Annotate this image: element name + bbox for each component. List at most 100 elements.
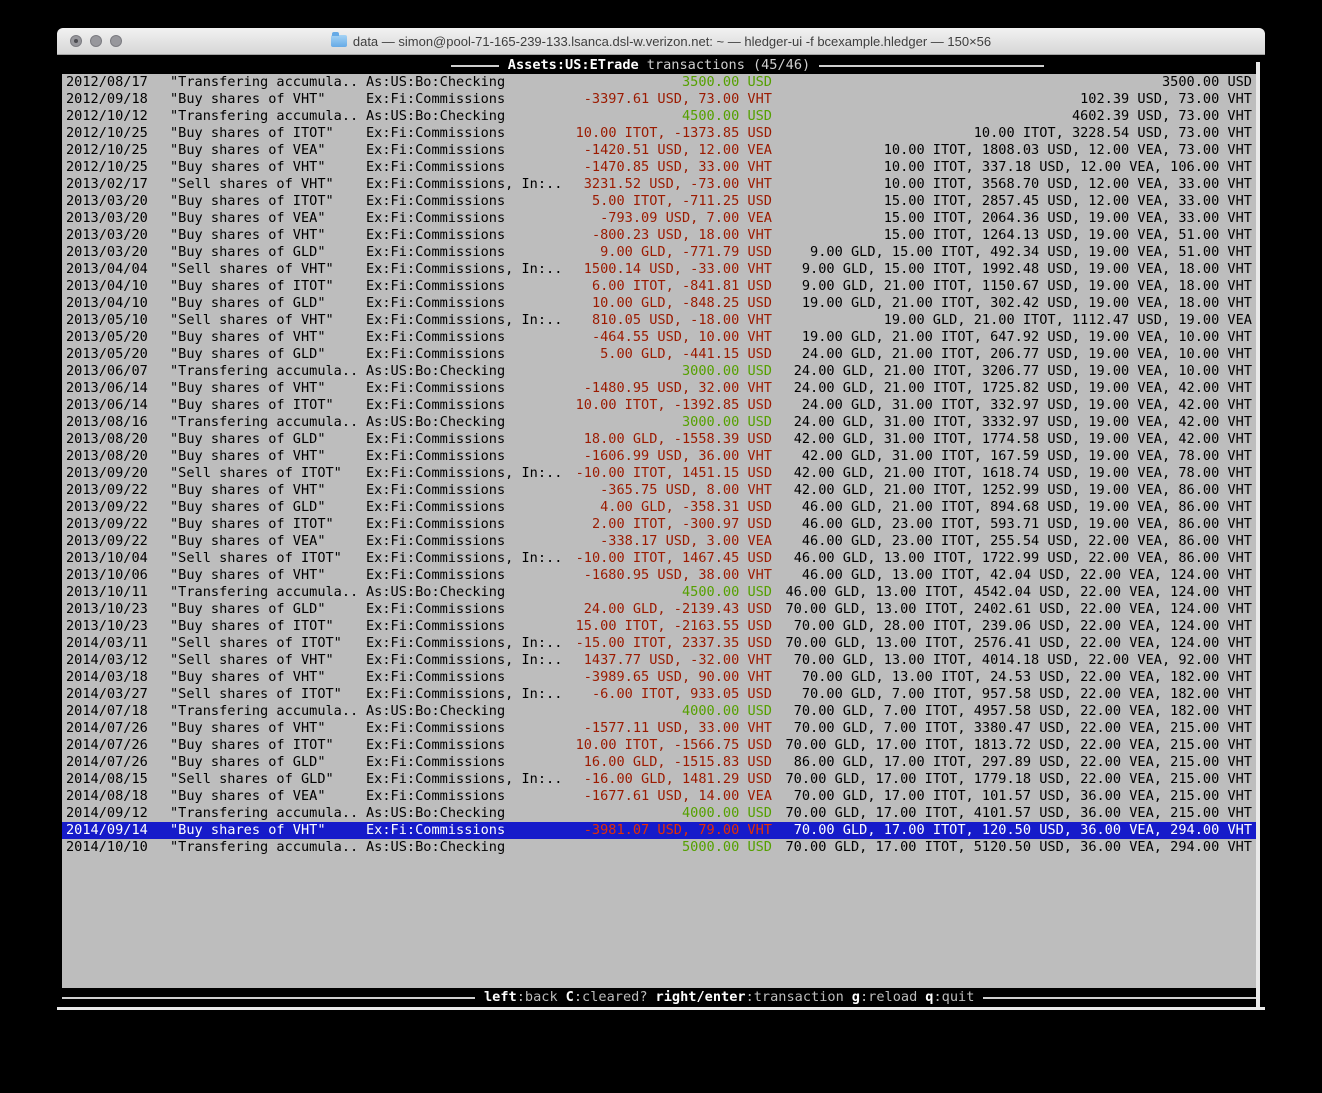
txn-balance: 24.00 GLD, 31.00 ITOT, 332.97 USD, 19.00… <box>782 397 1252 414</box>
txn-amount: 3000.00 USD <box>492 363 772 380</box>
register-rows: 2012/08/17"Transfering accumula..As:US:B… <box>62 74 1256 988</box>
transaction-row[interactable]: 2014/03/11"Sell shares of ITOT"Ex:Fi:Com… <box>62 635 1256 652</box>
txn-date: 2013/09/20 <box>66 465 148 482</box>
transaction-row[interactable]: 2014/07/18"Transfering accumula..As:US:B… <box>62 703 1256 720</box>
txn-description: "Buy shares of ITOT" <box>170 618 334 635</box>
txn-other-accounts: Ex:Fi:Commissions <box>366 669 505 686</box>
txn-description: "Buy shares of ITOT" <box>170 737 334 754</box>
terminal-screen[interactable]: Assets:US:ETrade transactions (45/46) 20… <box>57 55 1265 1010</box>
transaction-row[interactable]: 2013/08/16"Transfering accumula..As:US:B… <box>62 414 1256 431</box>
topbar-label: Assets:US:ETrade transactions (45/46) <box>508 57 810 74</box>
txn-date: 2014/03/18 <box>66 669 148 686</box>
txn-other-accounts: Ex:Fi:Commissions <box>366 754 505 771</box>
transaction-row[interactable]: 2014/03/18"Buy shares of VHT"Ex:Fi:Commi… <box>62 669 1256 686</box>
desktop: { "window": { "title": "data — simon@poo… <box>0 0 1322 1093</box>
transaction-row[interactable]: 2013/03/20"Buy shares of ITOT"Ex:Fi:Comm… <box>62 193 1256 210</box>
txn-balance: 15.00 ITOT, 1264.13 USD, 19.00 VEA, 51.0… <box>782 227 1252 244</box>
txn-balance: 46.00 GLD, 13.00 ITOT, 42.04 USD, 22.00 … <box>782 567 1252 584</box>
transaction-row[interactable]: 2013/05/20"Buy shares of GLD"Ex:Fi:Commi… <box>62 346 1256 363</box>
topbar-rule-right <box>819 65 1044 67</box>
transaction-row[interactable]: 2012/10/25"Buy shares of VHT"Ex:Fi:Commi… <box>62 159 1256 176</box>
transaction-row-selected[interactable]: 2014/09/14"Buy shares of VHT"Ex:Fi:Commi… <box>62 822 1256 839</box>
txn-other-accounts: Ex:Fi:Commissions <box>366 380 505 397</box>
help-desc: :quit <box>933 989 974 1005</box>
close-button[interactable] <box>70 35 82 47</box>
txn-amount: 4500.00 USD <box>492 584 772 601</box>
txn-other-accounts: Ex:Fi:Commissions <box>366 482 505 499</box>
transaction-row[interactable]: 2013/09/22"Buy shares of GLD"Ex:Fi:Commi… <box>62 499 1256 516</box>
transaction-row[interactable]: 2014/07/26"Buy shares of ITOT"Ex:Fi:Comm… <box>62 737 1256 754</box>
topbar-account-name: Assets:US:ETrade <box>508 57 639 74</box>
zoom-button[interactable] <box>110 35 122 47</box>
transaction-row[interactable]: 2012/08/17"Transfering accumula..As:US:B… <box>62 74 1256 91</box>
txn-amount: -464.55 USD, 10.00 VHT <box>492 329 772 346</box>
transaction-row[interactable]: 2014/09/12"Transfering accumula..As:US:B… <box>62 805 1256 822</box>
txn-description: "Buy shares of GLD" <box>170 754 326 771</box>
txn-balance: 42.00 GLD, 21.00 ITOT, 1252.99 USD, 19.0… <box>782 482 1252 499</box>
transaction-row[interactable]: 2013/10/06"Buy shares of VHT"Ex:Fi:Commi… <box>62 567 1256 584</box>
transaction-row[interactable]: 2013/09/22"Buy shares of VHT"Ex:Fi:Commi… <box>62 482 1256 499</box>
transaction-row[interactable]: 2013/02/17"Sell shares of VHT"Ex:Fi:Comm… <box>62 176 1256 193</box>
transaction-row[interactable]: 2013/06/14"Buy shares of VHT"Ex:Fi:Commi… <box>62 380 1256 397</box>
transaction-row[interactable]: 2013/06/14"Buy shares of ITOT"Ex:Fi:Comm… <box>62 397 1256 414</box>
txn-amount: -1680.95 USD, 38.00 VHT <box>492 567 772 584</box>
txn-date: 2013/10/23 <box>66 601 148 618</box>
transaction-row[interactable]: 2013/10/23"Buy shares of ITOT"Ex:Fi:Comm… <box>62 618 1256 635</box>
minimize-button[interactable] <box>90 35 102 47</box>
transaction-row[interactable]: 2013/09/22"Buy shares of ITOT"Ex:Fi:Comm… <box>62 516 1256 533</box>
txn-amount: -10.00 ITOT, 1451.15 USD <box>492 465 772 482</box>
transaction-row[interactable]: 2014/07/26"Buy shares of VHT"Ex:Fi:Commi… <box>62 720 1256 737</box>
help-item-C: C:cleared? <box>566 988 648 1007</box>
transaction-row[interactable]: 2013/10/04"Sell shares of ITOT"Ex:Fi:Com… <box>62 550 1256 567</box>
transaction-row[interactable]: 2013/03/20"Buy shares of GLD"Ex:Fi:Commi… <box>62 244 1256 261</box>
help-item-g: g:reload <box>852 988 917 1007</box>
transaction-row[interactable]: 2013/04/10"Buy shares of ITOT"Ex:Fi:Comm… <box>62 278 1256 295</box>
txn-description: "Buy shares of VHT" <box>170 567 326 584</box>
txn-amount: -10.00 ITOT, 1467.45 USD <box>492 550 772 567</box>
transaction-row[interactable]: 2012/10/12"Transfering accumula..As:US:B… <box>62 108 1256 125</box>
help-key: C <box>566 989 574 1005</box>
txn-balance: 24.00 GLD, 31.00 ITOT, 3332.97 USD, 19.0… <box>782 414 1252 431</box>
txn-other-accounts: Ex:Fi:Commissions <box>366 142 505 159</box>
transaction-row[interactable]: 2013/10/23"Buy shares of GLD"Ex:Fi:Commi… <box>62 601 1256 618</box>
transaction-row[interactable]: 2014/07/26"Buy shares of GLD"Ex:Fi:Commi… <box>62 754 1256 771</box>
transaction-row[interactable]: 2013/10/11"Transfering accumula..As:US:B… <box>62 584 1256 601</box>
txn-balance: 70.00 GLD, 28.00 ITOT, 239.06 USD, 22.00… <box>782 618 1252 635</box>
txn-amount: 1437.77 USD, -32.00 VHT <box>492 652 772 669</box>
transaction-row[interactable]: 2014/08/18"Buy shares of VEA"Ex:Fi:Commi… <box>62 788 1256 805</box>
transaction-row[interactable]: 2012/10/25"Buy shares of ITOT"Ex:Fi:Comm… <box>62 125 1256 142</box>
txn-amount: -15.00 ITOT, 2337.35 USD <box>492 635 772 652</box>
txn-balance: 70.00 GLD, 7.00 ITOT, 957.58 USD, 22.00 … <box>782 686 1252 703</box>
transaction-row[interactable]: 2013/08/20"Buy shares of VHT"Ex:Fi:Commi… <box>62 448 1256 465</box>
transaction-row[interactable]: 2012/10/25"Buy shares of VEA"Ex:Fi:Commi… <box>62 142 1256 159</box>
txn-balance: 3500.00 USD <box>782 74 1252 91</box>
txn-date: 2013/10/06 <box>66 567 148 584</box>
transaction-row[interactable]: 2012/09/18"Buy shares of VHT"Ex:Fi:Commi… <box>62 91 1256 108</box>
transaction-row[interactable]: 2013/09/20"Sell shares of ITOT"Ex:Fi:Com… <box>62 465 1256 482</box>
transaction-row[interactable]: 2013/03/20"Buy shares of VEA"Ex:Fi:Commi… <box>62 210 1256 227</box>
transaction-row[interactable]: 2014/03/12"Sell shares of VHT"Ex:Fi:Comm… <box>62 652 1256 669</box>
transaction-row[interactable]: 2013/04/10"Buy shares of GLD"Ex:Fi:Commi… <box>62 295 1256 312</box>
txn-balance: 46.00 GLD, 13.00 ITOT, 4542.04 USD, 22.0… <box>782 584 1252 601</box>
transaction-row[interactable]: 2013/08/20"Buy shares of GLD"Ex:Fi:Commi… <box>62 431 1256 448</box>
transaction-row[interactable]: 2014/03/27"Sell shares of ITOT"Ex:Fi:Com… <box>62 686 1256 703</box>
txn-balance: 24.00 GLD, 21.00 ITOT, 206.77 USD, 19.00… <box>782 346 1252 363</box>
transaction-row[interactable]: 2013/05/20"Buy shares of VHT"Ex:Fi:Commi… <box>62 329 1256 346</box>
transaction-row[interactable]: 2013/04/04"Sell shares of VHT"Ex:Fi:Comm… <box>62 261 1256 278</box>
txn-description: "Buy shares of VHT" <box>170 380 326 397</box>
transaction-row[interactable]: 2013/03/20"Buy shares of VHT"Ex:Fi:Commi… <box>62 227 1256 244</box>
txn-description: "Sell shares of VHT" <box>170 261 334 278</box>
transaction-row[interactable]: 2014/08/15"Sell shares of GLD"Ex:Fi:Comm… <box>62 771 1256 788</box>
txn-balance: 9.00 GLD, 15.00 ITOT, 1992.48 USD, 19.00… <box>782 261 1252 278</box>
txn-date: 2013/09/22 <box>66 499 148 516</box>
register-topbar: Assets:US:ETrade transactions (45/46) <box>62 57 1256 74</box>
txn-description: "Sell shares of VHT" <box>170 312 334 329</box>
transaction-row[interactable]: 2013/06/07"Transfering accumula..As:US:B… <box>62 363 1256 380</box>
txn-date: 2013/05/20 <box>66 346 148 363</box>
transaction-row[interactable]: 2013/09/22"Buy shares of VEA"Ex:Fi:Commi… <box>62 533 1256 550</box>
transaction-row[interactable]: 2014/10/10"Transfering accumula..As:US:B… <box>62 839 1256 856</box>
transaction-row[interactable]: 2013/05/10"Sell shares of VHT"Ex:Fi:Comm… <box>62 312 1256 329</box>
txn-balance: 70.00 GLD, 17.00 ITOT, 120.50 USD, 36.00… <box>782 822 1252 839</box>
txn-description: "Buy shares of ITOT" <box>170 193 334 210</box>
txn-balance: 10.00 ITOT, 337.18 USD, 12.00 VEA, 106.0… <box>782 159 1252 176</box>
